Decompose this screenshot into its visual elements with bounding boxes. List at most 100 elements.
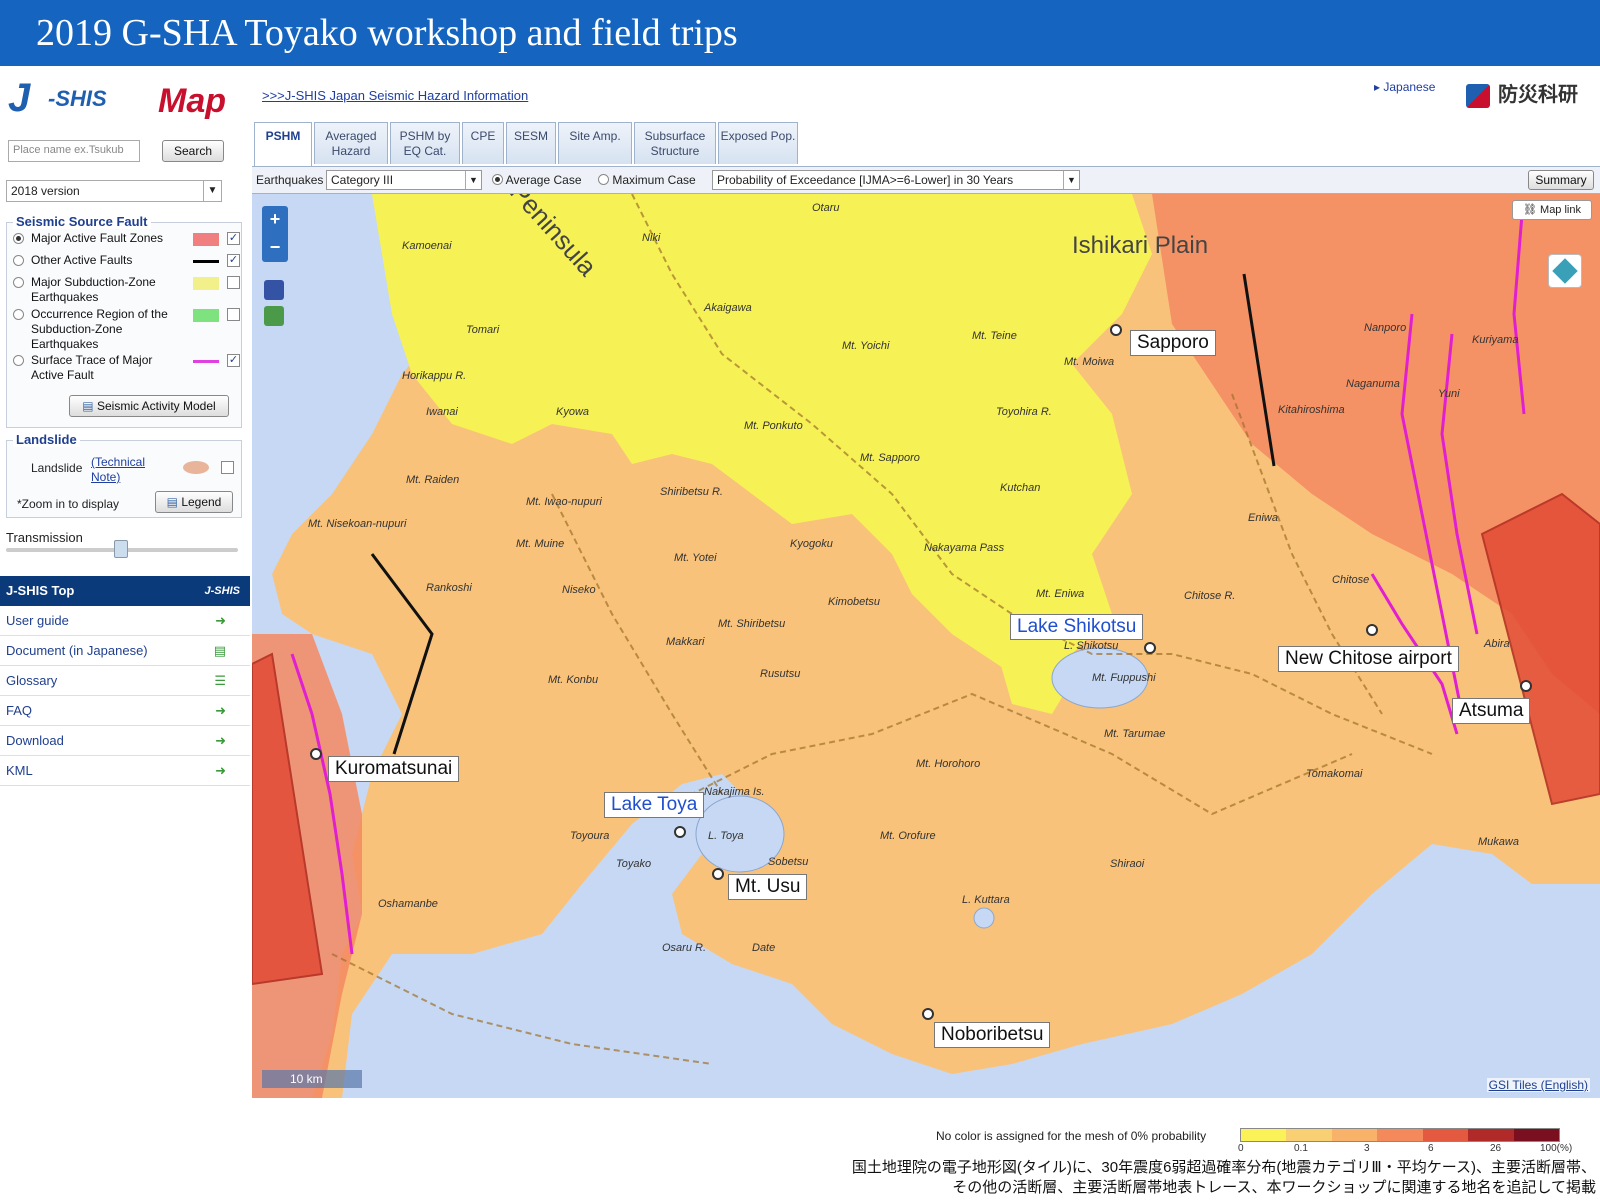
tab-site-amp[interactable]: Site Amp. xyxy=(558,122,632,164)
tab-exposed-pop[interactable]: Exposed Pop. xyxy=(718,122,798,164)
map-place-label: Kyogoku xyxy=(790,538,833,550)
version-select[interactable]: 2018 version ▼ xyxy=(6,180,222,202)
menu-item-icon: ▤ xyxy=(213,643,226,658)
menu-item-label: User guide xyxy=(6,613,69,628)
radio-off xyxy=(598,174,609,185)
seismic-activity-model-button[interactable]: ▤ Seismic Activity Model xyxy=(69,395,229,417)
location-marker[interactable] xyxy=(1144,642,1156,654)
map-place-label: Eniwa xyxy=(1248,512,1278,524)
fault-radio[interactable] xyxy=(13,255,24,266)
tab-averaged-hazard[interactable]: Averaged Hazard xyxy=(314,122,388,164)
menu-item-label: FAQ xyxy=(6,703,33,718)
location-marker[interactable] xyxy=(712,868,724,880)
tab-sesm[interactable]: SESM xyxy=(506,122,556,164)
zoom-control: + − xyxy=(262,206,288,262)
tab-subsurface-structure[interactable]: Subsurface Structure xyxy=(634,122,716,164)
fault-checkbox[interactable] xyxy=(227,308,240,321)
refresh-icon[interactable] xyxy=(264,306,284,326)
menu-item-icon: ➜ xyxy=(215,763,226,778)
slide-title: 2019 G-SHA Toyako workshop and field tri… xyxy=(0,0,1600,66)
fault-radio[interactable] xyxy=(13,355,24,366)
map-place-label: Horikappu R. xyxy=(402,370,467,382)
legend-caption: No color is assigned for the mesh of 0% … xyxy=(936,1129,1207,1143)
legend-tick-label: 26 xyxy=(1490,1143,1502,1154)
fault-radio[interactable] xyxy=(13,233,24,244)
location-callout: Noboribetsu xyxy=(934,1022,1051,1048)
probability-select[interactable]: Probability of Exceedance [IJMA>=6-Lower… xyxy=(712,170,1080,190)
fault-checkbox[interactable]: ✓ xyxy=(227,232,240,245)
tab-cpe[interactable]: CPE xyxy=(462,122,504,164)
category-value: Category III xyxy=(331,173,394,187)
location-marker[interactable] xyxy=(310,748,322,760)
footnote: 国土地理院の電子地形図(タイル)に、30年震度6弱超過確率分布(地震カテゴリⅢ・… xyxy=(736,1158,1596,1198)
map-link-button[interactable]: ⛓ Map link xyxy=(1512,200,1592,220)
menu-item[interactable]: Download ➜ xyxy=(0,726,250,756)
fault-swatch xyxy=(193,260,219,263)
tab-pshm[interactable]: PSHM xyxy=(254,122,312,166)
location-marker[interactable] xyxy=(1110,324,1122,336)
japanese-link[interactable]: ▸ Japanese xyxy=(1374,80,1435,94)
jshis-map-logo[interactable]: J -SHIS Map xyxy=(8,76,244,120)
menu-item[interactable]: User guide ➜ xyxy=(0,606,250,636)
nied-logo[interactable]: 防災科研 xyxy=(1466,78,1578,108)
map-place-label: Osaru R. xyxy=(662,942,707,954)
tab-pshm-by-eq-cat[interactable]: PSHM by EQ Cat. xyxy=(390,122,460,164)
map-place-label: Otaru xyxy=(812,202,840,214)
map-place-label: L. Toya xyxy=(708,830,744,842)
menu-item-icon: ➜ xyxy=(215,703,226,718)
location-callout: Sapporo xyxy=(1130,330,1216,356)
link-icon: ⛓ xyxy=(1523,204,1537,216)
menu-item[interactable]: Document (in Japanese) ▤ xyxy=(0,636,250,666)
location-marker[interactable] xyxy=(1520,680,1532,692)
menu-item-icon: ➜ xyxy=(215,613,226,628)
average-case-radio[interactable]: Average Case xyxy=(492,173,582,187)
zoom-in-button[interactable]: + xyxy=(262,206,288,234)
technical-note-link[interactable]: (Technical Note) xyxy=(91,455,155,485)
summary-button[interactable]: Summary xyxy=(1528,170,1594,190)
fault-swatch xyxy=(193,309,219,322)
legend-color-step xyxy=(1513,1129,1559,1141)
jshis-top-header[interactable]: J-SHIS Top J-SHIS xyxy=(0,576,250,606)
radio-on xyxy=(492,174,503,185)
landslide-swatch xyxy=(183,461,209,474)
footnote-line-2: その他の活断層、主要活断層帯地表トレース、本ワークショップに関連する地名を追記し… xyxy=(952,1179,1596,1196)
fault-radio[interactable] xyxy=(13,277,24,288)
zoom-out-button[interactable]: − xyxy=(262,234,288,262)
zoom-note: *Zoom in to display xyxy=(17,497,120,511)
menu-item[interactable]: Glossary ☰ xyxy=(0,666,250,696)
map-place-label: Nakayama Pass xyxy=(924,542,1005,554)
fault-checkbox[interactable]: ✓ xyxy=(227,254,240,267)
place-search-input[interactable]: Place name ex.Tsukub xyxy=(8,140,140,162)
map-place-label: Rusutsu xyxy=(760,668,801,680)
fault-checkbox[interactable] xyxy=(227,276,240,289)
landslide-checkbox[interactable] xyxy=(221,461,234,474)
location-callout: Kuromatsunai xyxy=(328,756,460,782)
globe-icon[interactable] xyxy=(264,280,284,300)
hazard-map[interactable]: + − ⛓ Map link Ishikari Plain Peninsula Ot… xyxy=(252,194,1600,1098)
legend-tick-label: 100(%) xyxy=(1540,1143,1573,1154)
earthquake-category-select[interactable]: Category III ▼ xyxy=(326,170,482,190)
average-case-label: Average Case xyxy=(505,173,582,187)
fault-radio[interactable] xyxy=(13,309,24,320)
map-place-label: Mt. Shiribetsu xyxy=(718,618,786,630)
location-callout: Lake Toya xyxy=(604,792,705,818)
location-marker[interactable] xyxy=(922,1008,934,1020)
menu-item[interactable]: KML ➜ xyxy=(0,756,250,786)
menu-item-label: Glossary xyxy=(6,673,58,688)
jshis-info-link[interactable]: >>>J-SHIS Japan Seismic Hazard Informati… xyxy=(262,88,528,103)
legend-tick-label: 0.1 xyxy=(1294,1143,1308,1154)
layers-icon[interactable] xyxy=(1548,254,1582,288)
gsi-tiles-link[interactable]: GSI Tiles (English) xyxy=(1486,1078,1590,1092)
location-marker[interactable] xyxy=(1366,624,1378,636)
map-place-label: L. Shikotsu xyxy=(1064,640,1119,652)
location-marker[interactable] xyxy=(674,826,686,838)
fault-checkbox[interactable]: ✓ xyxy=(227,354,240,367)
jshis-mini-logo: J-SHIS xyxy=(204,585,240,597)
legend-button-label: Legend xyxy=(181,495,222,509)
transmission-label: Transmission xyxy=(6,530,83,545)
search-button[interactable]: Search xyxy=(162,140,224,162)
menu-item[interactable]: FAQ ➜ xyxy=(0,696,250,726)
transmission-slider-handle[interactable] xyxy=(114,540,128,558)
maximum-case-radio[interactable]: Maximum Case xyxy=(598,173,696,187)
legend-button[interactable]: ▤ Legend xyxy=(155,491,233,513)
